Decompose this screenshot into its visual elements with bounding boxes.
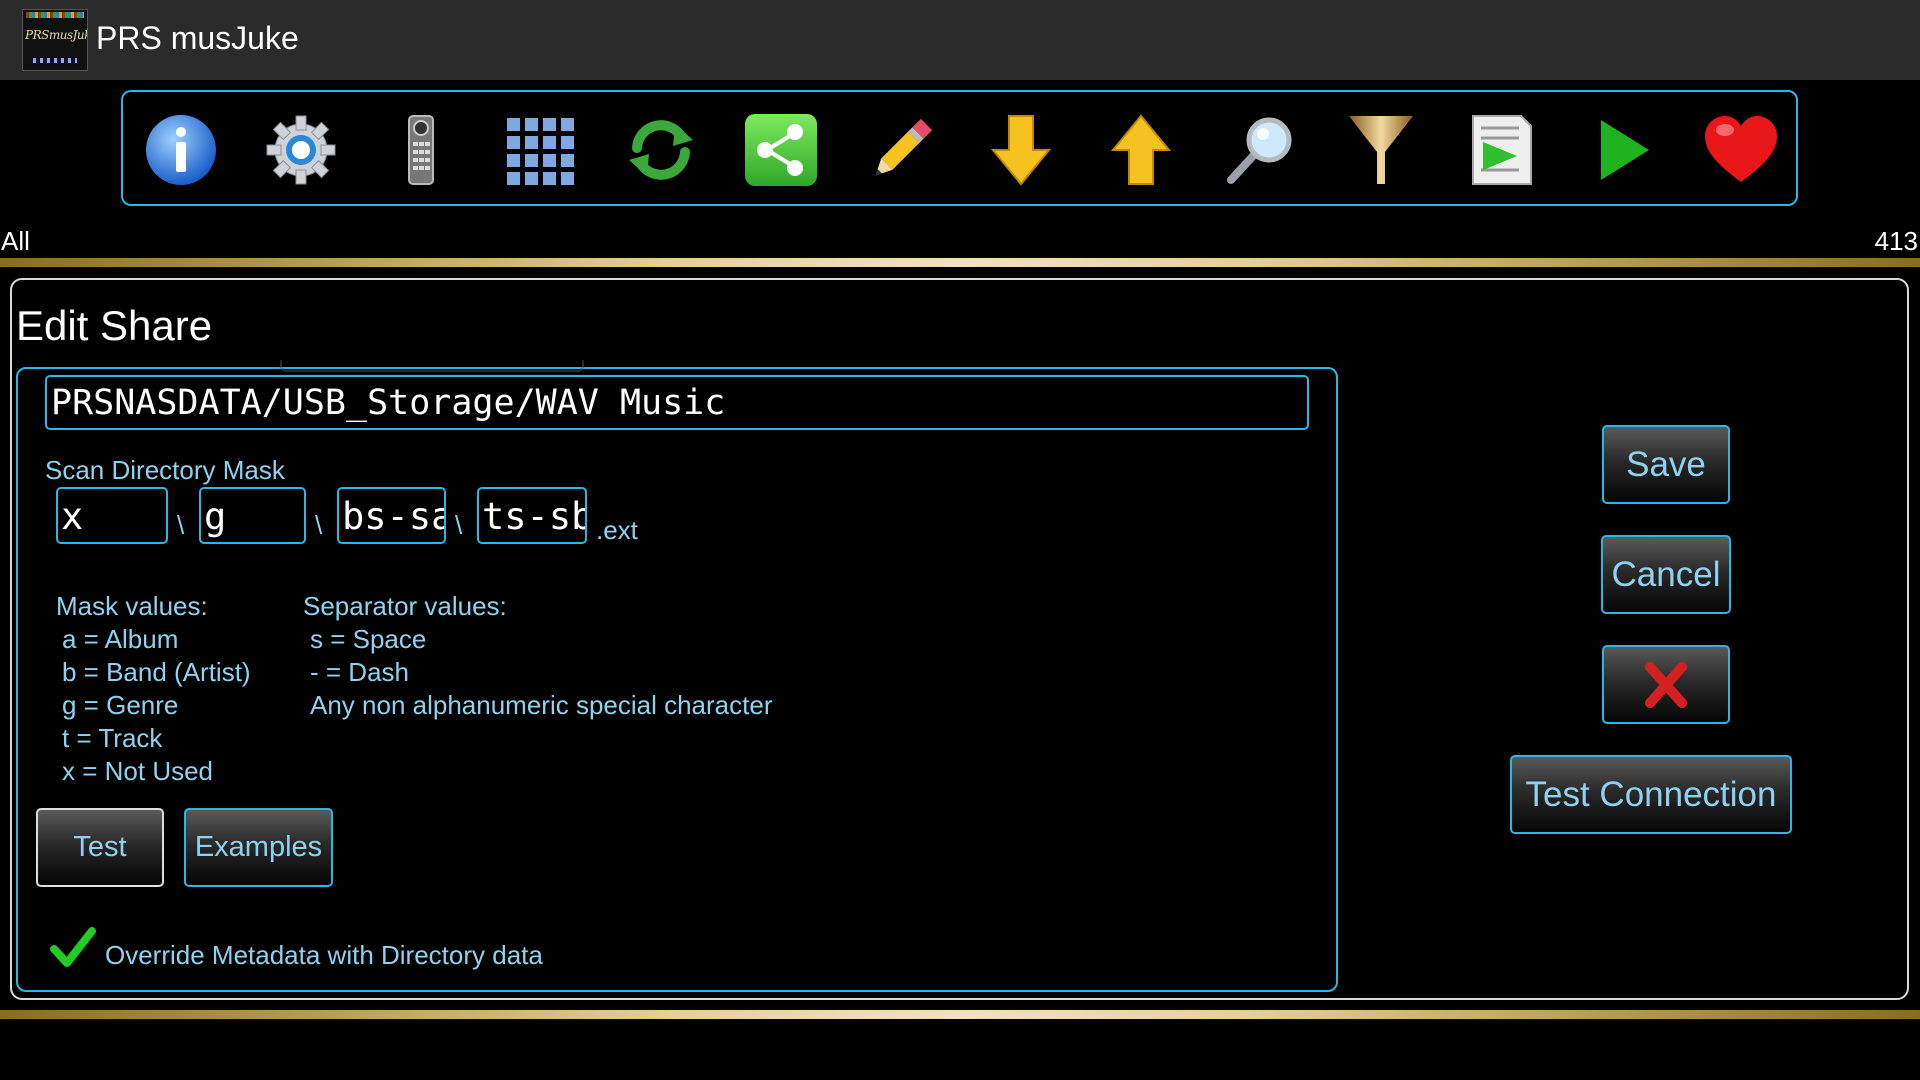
test-connection-button[interactable]: Test Connection	[1510, 755, 1792, 834]
examples-button[interactable]: Examples	[184, 808, 333, 887]
mask-field-3[interactable]: bs-sa	[337, 487, 446, 544]
mask-separator: \	[455, 510, 463, 540]
info-icon[interactable]	[143, 112, 219, 188]
heart-icon[interactable]	[1703, 112, 1779, 188]
share-icon[interactable]	[743, 112, 819, 188]
delete-button[interactable]	[1602, 645, 1730, 724]
mask-value-item: t = Track	[62, 723, 163, 753]
mask-value-item: b = Band (Artist)	[62, 657, 251, 687]
separator-value-item: s = Space	[310, 624, 427, 654]
share-path-input[interactable]: PRSNASDATA/USB_Storage/WAV Music	[45, 375, 1309, 430]
scan-mask-label: Scan Directory Mask	[45, 455, 285, 485]
bottom-divider	[0, 1010, 1920, 1019]
scrolled-content-edge	[280, 360, 584, 372]
test-button[interactable]: Test	[36, 808, 164, 887]
override-label: Override Metadata with Directory data	[105, 940, 543, 970]
settings-gear-icon[interactable]	[263, 112, 339, 188]
separator-value-item: - = Dash	[310, 657, 409, 687]
filter-label: All	[1, 226, 30, 256]
app-logo-text: PRSmusJuke	[25, 28, 87, 42]
cancel-button[interactable]: Cancel	[1601, 535, 1731, 614]
mask-separator: \	[177, 510, 185, 540]
playlist-icon[interactable]	[1463, 112, 1539, 188]
magnifier-icon[interactable]	[1223, 112, 1299, 188]
separator-value-item: Any non alphanumeric special character	[310, 690, 773, 720]
filter-funnel-icon[interactable]	[1343, 112, 1419, 188]
mask-field-2[interactable]: g	[199, 487, 306, 544]
toolbar	[121, 90, 1798, 206]
mask-value-item: g = Genre	[62, 690, 179, 720]
app-title: PRS musJuke	[96, 20, 299, 56]
top-divider	[0, 258, 1920, 267]
app-logo: PRSmusJuke	[22, 9, 88, 71]
separator-values-title: Separator values:	[303, 591, 507, 621]
remote-control-icon[interactable]	[383, 112, 459, 188]
mask-value-item: a = Album	[62, 624, 179, 654]
delete-x-icon	[1645, 662, 1687, 708]
arrow-down-icon[interactable]	[983, 112, 1059, 188]
dialog-title: Edit Share	[16, 302, 213, 349]
override-checkbox[interactable]	[50, 925, 96, 969]
mask-field-1[interactable]: x	[56, 487, 168, 544]
checkmark-icon	[50, 927, 96, 967]
play-icon[interactable]	[1583, 112, 1659, 188]
refresh-icon[interactable]	[623, 112, 699, 188]
mask-value-item: x = Not Used	[62, 756, 214, 786]
extension-label: .ext	[596, 515, 638, 545]
mask-separator: \	[315, 510, 323, 540]
track-count: 413	[1874, 226, 1918, 256]
grid-icon[interactable]	[503, 112, 579, 188]
save-button[interactable]: Save	[1602, 425, 1730, 504]
pencil-icon[interactable]	[863, 112, 939, 188]
arrow-up-icon[interactable]	[1103, 112, 1179, 188]
mask-values-title: Mask values:	[56, 591, 208, 621]
mask-field-4[interactable]: ts-sb	[477, 487, 587, 544]
